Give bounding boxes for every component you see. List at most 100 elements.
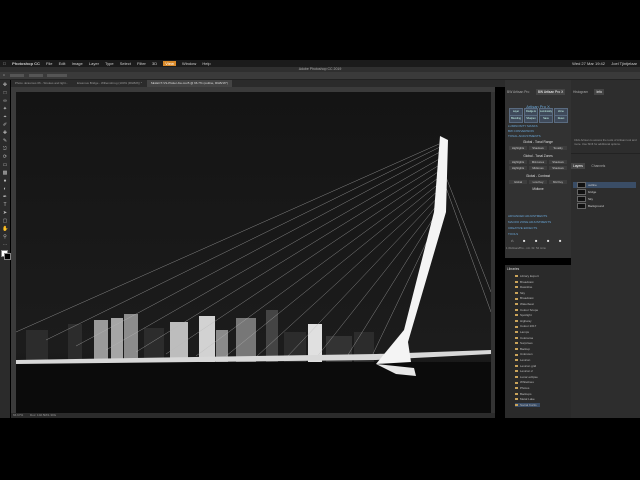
tool-preset-icon[interactable]: □: [3, 73, 5, 77]
vertical-scrollbar[interactable]: [491, 92, 495, 413]
tonal-button[interactable]: Shadows: [529, 146, 547, 150]
menu-file[interactable]: File: [46, 61, 52, 66]
section-macro-zone[interactable]: MACRO ZONE ADJUSTMENTS: [508, 220, 568, 224]
tool-icon[interactable]: ■: [535, 238, 537, 243]
artisan-button[interactable]: Blending: [509, 115, 523, 123]
menu-select[interactable]: Select: [120, 61, 131, 66]
library-item[interactable]: Photos: [515, 386, 540, 390]
crop-tool-icon[interactable]: ⌖: [2, 114, 8, 120]
healing-brush-icon[interactable]: ✚: [2, 130, 8, 136]
library-item[interactable]: Dawnline: [515, 285, 540, 289]
library-item[interactable]: Social Kurtis: [515, 402, 540, 407]
option-control[interactable]: [9, 73, 24, 77]
menu-view[interactable]: View: [163, 61, 176, 66]
tab-document[interactable]: Erasmus Bridge - Willemsbrug (100% (RGB/…: [73, 80, 146, 87]
library-item[interactable]: Highway: [515, 319, 540, 323]
library-item[interactable]: Colorama: [515, 336, 540, 340]
library-item[interactable]: Colour 2017: [515, 324, 540, 328]
dodge-tool-icon[interactable]: ◐: [2, 186, 8, 192]
library-item[interactable]: Whitelines: [515, 380, 540, 384]
menu-window[interactable]: Window: [182, 61, 196, 66]
contrast-button[interactable]: Global: [509, 180, 527, 184]
zoom-level[interactable]: 66.67%: [13, 413, 23, 417]
move-tool-icon[interactable]: ✥: [2, 82, 8, 88]
zone-button[interactable]: Highlights: [509, 160, 527, 164]
menu-app[interactable]: Photoshop CC: [12, 61, 40, 66]
option-control[interactable]: [28, 73, 43, 77]
library-item[interactable]: Waterbeat: [515, 302, 540, 306]
eyedropper-tool-icon[interactable]: ✐: [2, 122, 8, 128]
section-advanced[interactable]: ADVANCED ADJUSTMENTS: [508, 214, 568, 218]
library-item[interactable]: Library Export: [515, 274, 540, 278]
menu-help[interactable]: Help: [202, 61, 210, 66]
eraser-tool-icon[interactable]: ▭: [2, 162, 8, 168]
library-item[interactable]: Sky: [515, 291, 540, 295]
apple-icon[interactable]: : [3, 61, 6, 66]
shape-tool-icon[interactable]: ▢: [2, 218, 8, 224]
color-swatches[interactable]: [0, 250, 11, 260]
library-item[interactable]: Lamps: [515, 330, 540, 334]
document-image[interactable]: [16, 92, 491, 416]
zone-button[interactable]: Shadows: [549, 166, 567, 170]
menu-image[interactable]: Image: [72, 61, 83, 66]
library-item[interactable]: Metal Lake: [515, 397, 540, 401]
tab-histogram[interactable]: Histogram: [571, 89, 590, 95]
library-item[interactable]: Backup: [515, 347, 540, 351]
section-luminosity[interactable]: LUMINOSITY MASKS: [508, 124, 568, 128]
layer-row[interactable]: Sky: [573, 196, 636, 203]
blur-tool-icon[interactable]: ●: [2, 178, 8, 184]
tab-info[interactable]: Info: [594, 89, 604, 95]
menu-layer[interactable]: Layer: [89, 61, 99, 66]
library-item[interactable]: Broadcast: [515, 280, 540, 284]
brush-tool-icon[interactable]: ✎: [2, 138, 8, 144]
contrast-button[interactable]: Low Key: [529, 180, 547, 184]
user-name[interactable]: Joel Tjintjelaar: [611, 60, 637, 67]
library-item[interactable]: Unknown: [515, 352, 540, 356]
menu-3d[interactable]: 3D: [152, 61, 157, 66]
tonal-button[interactable]: Highlights: [509, 146, 527, 150]
marquee-tool-icon[interactable]: □: [2, 90, 8, 96]
quick-select-tool-icon[interactable]: ✦: [2, 106, 8, 112]
library-item[interactable]: Lexicon: [515, 358, 540, 362]
menu-edit[interactable]: Edit: [59, 61, 66, 66]
library-item[interactable]: Surprises: [515, 341, 540, 345]
tab-artisan[interactable]: BW Artisan Pro: [505, 89, 531, 95]
tool-icon[interactable]: ■: [523, 238, 525, 243]
menu-filter[interactable]: Filter: [137, 61, 146, 66]
tab-document-active[interactable]: SELECT-VS-Plotter-bw-msr5 @ 66.7% (outli…: [146, 80, 232, 87]
section-tools[interactable]: TOOLS: [508, 232, 568, 236]
menu-type[interactable]: Type: [105, 61, 114, 66]
zone-button[interactable]: Shadows: [549, 160, 567, 164]
artisan-button[interactable]: Reset: [554, 115, 568, 123]
section-tonal[interactable]: TONAL ADJUSTMENTS: [508, 134, 568, 138]
path-select-icon[interactable]: ➤: [2, 210, 8, 216]
gradient-tool-icon[interactable]: ▩: [2, 170, 8, 176]
history-brush-icon[interactable]: ⟳: [2, 154, 8, 160]
option-control[interactable]: [47, 73, 68, 77]
layer-row[interactable]: bridge: [573, 189, 636, 196]
home-icon[interactable]: ⌂: [511, 238, 513, 243]
layer-row[interactable]: Background: [573, 203, 636, 210]
section-creative[interactable]: CREATIVE EFFECTS: [508, 226, 568, 230]
layer-row[interactable]: outline: [573, 182, 636, 189]
tab-channels[interactable]: Channels: [589, 163, 607, 169]
library-item[interactable]: Backups: [515, 392, 540, 396]
tab-artisan-x[interactable]: BW Artisan Pro X: [535, 89, 566, 95]
zone-button[interactable]: Highlights: [509, 166, 527, 170]
library-item[interactable]: Lexicon grid: [515, 364, 540, 368]
contrast-button[interactable]: Mid Key: [549, 180, 567, 184]
type-tool-icon[interactable]: T: [2, 202, 8, 208]
tool-icon[interactable]: ■: [559, 238, 561, 243]
artisan-button[interactable]: Save: [539, 115, 553, 123]
background-color[interactable]: [4, 253, 11, 260]
zoom-tool-icon[interactable]: ⚲: [2, 234, 8, 240]
hand-tool-icon[interactable]: ✋: [2, 226, 8, 232]
library-item[interactable]: Lunar eclipse: [515, 375, 540, 379]
library-item[interactable]: Spotlight: [515, 313, 540, 317]
library-item[interactable]: Broadcast: [515, 296, 540, 300]
library-item[interactable]: Lexicon 2: [515, 369, 540, 373]
clone-stamp-icon[interactable]: ⎋: [2, 146, 8, 152]
zone-button[interactable]: Midtones: [529, 166, 547, 170]
artisan-button[interactable]: Sharpen: [524, 115, 538, 123]
tab-document[interactable]: Photo -Erasmus 06 - Strokes and light...: [11, 80, 72, 87]
